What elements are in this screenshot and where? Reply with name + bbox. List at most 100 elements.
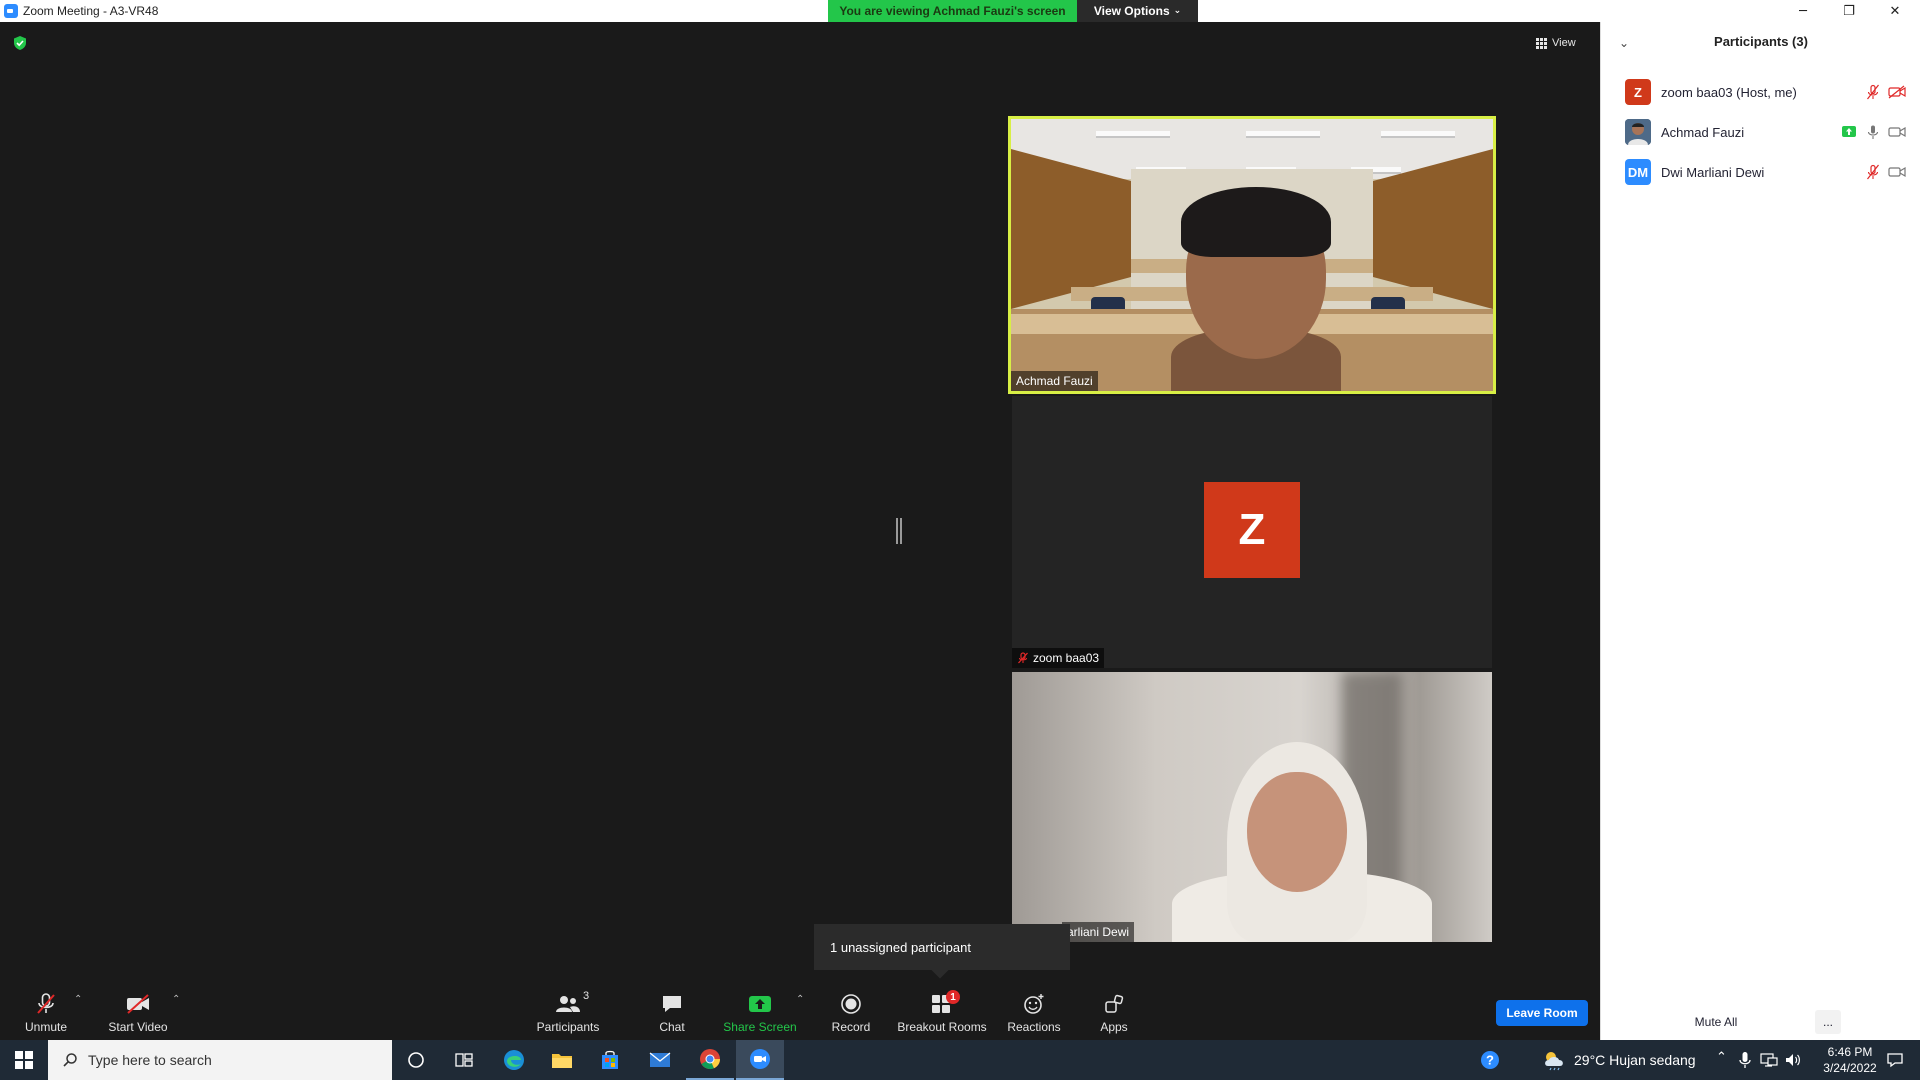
view-label: View	[1552, 37, 1576, 49]
apps-label: Apps	[1100, 1020, 1128, 1034]
more-options-button[interactable]: ...	[1815, 1010, 1841, 1034]
record-label: Record	[831, 1020, 871, 1034]
breakout-rooms-label: Breakout Rooms	[897, 1020, 987, 1034]
participants-panel: ⌄ Participants (3) Z zoom baa03 (Host, m…	[1600, 22, 1920, 1040]
mic-icon[interactable]	[1865, 124, 1881, 140]
grid-icon	[1536, 37, 1547, 49]
mute-all-button[interactable]: Mute All	[1681, 1010, 1751, 1034]
task-view-icon	[455, 1053, 473, 1067]
chevron-up-icon[interactable]: ⌃	[74, 994, 82, 1005]
edge-icon	[504, 1050, 524, 1070]
participants-button[interactable]: 3 Participants	[530, 980, 606, 1040]
video-off-icon[interactable]	[1887, 84, 1907, 100]
chevron-up-icon[interactable]: ⌃	[796, 994, 804, 1005]
taskbar-search-box[interactable]: Type here to search	[48, 1040, 392, 1080]
leave-room-button[interactable]: Leave Room	[1496, 1000, 1588, 1026]
video-icon[interactable]	[1887, 164, 1907, 180]
help-icon: ?	[1481, 1051, 1499, 1069]
clock[interactable]: 6:46 PM 3/24/2022	[1822, 1044, 1878, 1076]
windows-logo-icon	[15, 1051, 33, 1069]
network-icon[interactable]	[1760, 1052, 1778, 1068]
weather-text[interactable]: 29°C Hujan sedang	[1574, 1052, 1696, 1068]
weather-icon[interactable]	[1542, 1049, 1566, 1074]
participant-name: zoom baa03 (Host, me)	[1661, 84, 1797, 100]
participant-row[interactable]: DM Dwi Marliani Dewi	[1601, 152, 1920, 192]
file-explorer-app[interactable]	[538, 1040, 586, 1080]
participant-name: Dwi Marliani Dewi	[1661, 164, 1765, 180]
task-view-button[interactable]	[440, 1040, 488, 1080]
chat-icon	[663, 996, 681, 1012]
avatar: Z	[1625, 79, 1651, 105]
smiley-icon	[1024, 994, 1044, 1014]
mic-icon[interactable]	[1738, 1051, 1752, 1069]
participants-icon	[556, 996, 580, 1012]
video-icon[interactable]	[1887, 124, 1907, 140]
breakout-rooms-button[interactable]: 1 Breakout Rooms	[896, 980, 988, 1040]
unmute-button[interactable]: Unmute	[16, 980, 76, 1040]
start-video-button[interactable]: Start Video	[102, 980, 174, 1040]
participant-name: Achmad Fauzi	[1016, 374, 1093, 388]
avatar: DM	[1625, 159, 1651, 185]
clock-time: 6:46 PM	[1827, 1045, 1873, 1059]
video-tile-dwi-marliani-dewi[interactable]: arliani Dewi	[1012, 672, 1492, 942]
svg-text:?: ?	[1486, 1053, 1494, 1068]
volume-icon[interactable]	[1784, 1052, 1802, 1068]
mail-app[interactable]	[636, 1040, 684, 1080]
search-icon	[63, 1053, 77, 1067]
apps-button[interactable]: Apps	[1094, 980, 1134, 1040]
notification-icon[interactable]	[1886, 1052, 1904, 1068]
meeting-toolbar: Unmute ⌃ Start Video ⌃ 3 Participants Ch…	[0, 980, 1600, 1040]
participants-count: 3	[583, 990, 590, 1002]
encryption-shield-icon[interactable]	[12, 35, 28, 51]
view-options-button[interactable]: View Options ⌄	[1077, 0, 1198, 22]
chrome-app[interactable]	[686, 1040, 734, 1080]
participant-name-tag: zoom baa03	[1012, 648, 1105, 668]
store-app[interactable]	[586, 1040, 634, 1080]
breakout-badge: 1	[946, 990, 960, 1004]
video-tile-zoom-baa03[interactable]: Z zoom baa03	[1012, 396, 1492, 668]
reactions-button[interactable]: Reactions	[1005, 980, 1063, 1040]
participants-label: Participants	[536, 1020, 600, 1034]
video-tile-achmad-fauzi[interactable]: Achmad Fauzi	[1008, 116, 1496, 394]
system-tray: ? 29°C Hujan sedang ⌃ 6:46 PM 3/24/2022	[1470, 1040, 1920, 1080]
muted-mic-icon[interactable]	[1865, 164, 1881, 180]
breakout-tooltip: 1 unassigned participant	[814, 924, 1070, 970]
video-off-icon	[127, 994, 149, 1014]
muted-mic-icon	[1018, 652, 1028, 664]
cortana-button[interactable]	[392, 1040, 440, 1080]
windows-taskbar: Type here to search ? 29°C Hujan sedang …	[0, 1040, 1920, 1080]
avatar	[1625, 119, 1651, 145]
muted-mic-icon[interactable]	[1865, 84, 1881, 100]
muted-mic-icon	[37, 993, 55, 1014]
zoom-taskbar-app[interactable]	[736, 1040, 784, 1080]
view-options-label: View Options	[1093, 4, 1170, 18]
participant-name-tag: arliani Dewi	[1062, 922, 1135, 942]
avatar: Z	[1204, 482, 1300, 578]
share-screen-label: Share Screen	[723, 1020, 797, 1034]
chevron-down-icon: ⌄	[1173, 6, 1182, 16]
start-button[interactable]	[0, 1040, 48, 1080]
split-view-handle[interactable]	[896, 518, 898, 544]
chevron-up-icon[interactable]: ⌃	[172, 994, 180, 1005]
participant-row[interactable]: Z zoom baa03 (Host, me)	[1601, 72, 1920, 112]
participant-name: zoom baa03	[1033, 651, 1100, 665]
close-button[interactable]: ✕	[1872, 0, 1918, 22]
chat-button[interactable]: Chat	[652, 980, 692, 1040]
restore-button[interactable]: ❐	[1826, 0, 1872, 22]
zoom-app-icon	[4, 4, 18, 18]
share-screen-button[interactable]: Share Screen	[720, 980, 800, 1040]
store-icon	[602, 1050, 618, 1069]
search-placeholder: Type here to search	[88, 1052, 212, 1068]
chevron-up-icon[interactable]: ⌃	[1716, 1050, 1727, 1065]
participant-row[interactable]: Achmad Fauzi	[1601, 112, 1920, 152]
view-layout-button[interactable]: View	[1536, 33, 1592, 53]
record-button[interactable]: Record	[826, 980, 876, 1040]
edge-app[interactable]	[490, 1040, 538, 1080]
folder-icon	[552, 1054, 572, 1068]
chat-label: Chat	[659, 1020, 685, 1034]
panel-title: Participants (3)	[1714, 34, 1808, 49]
unmute-label: Unmute	[24, 1020, 68, 1034]
participant-name: arliani Dewi	[1067, 925, 1130, 939]
help-button[interactable]: ?	[1480, 1050, 1500, 1073]
minimize-button[interactable]: ─	[1780, 0, 1826, 22]
